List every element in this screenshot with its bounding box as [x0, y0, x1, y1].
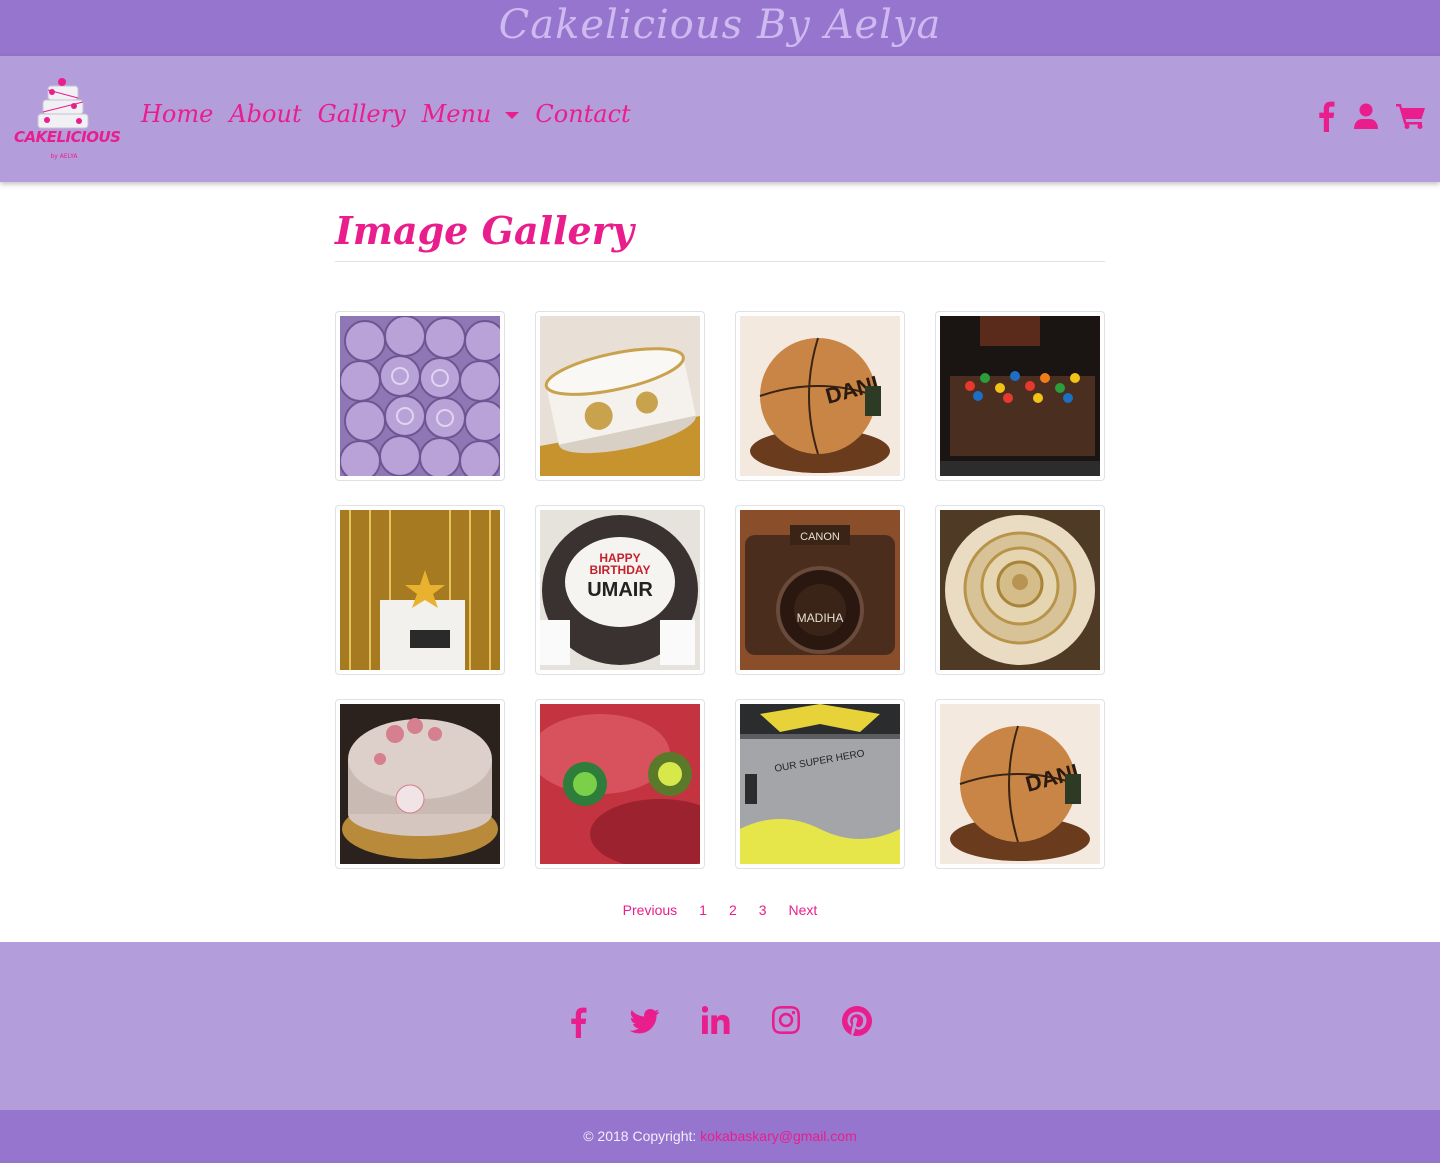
facebook-icon[interactable]	[568, 1006, 588, 1038]
page-3[interactable]: 3	[748, 900, 778, 920]
gallery-item[interactable]: DANI	[735, 311, 905, 481]
page-title: Image Gallery	[335, 208, 634, 253]
page-1[interactable]: 1	[688, 900, 718, 920]
pink-rose-cake-image	[340, 704, 500, 864]
pagination: Previous 1 2 3 Next	[335, 900, 1105, 920]
nav-icons	[1316, 100, 1426, 132]
svg-text:BIRTHDAY: BIRTHDAY	[590, 563, 651, 577]
batman-cake-image: OUR SUPER HERO	[740, 704, 900, 864]
logo-text: CAKELICIOUS	[14, 128, 121, 146]
title-divider	[335, 261, 1105, 262]
basketball-cake-image: DANI	[740, 316, 900, 476]
poker-birthday-cake-image: HAPPY BIRTHDAY UMAIR	[540, 510, 700, 670]
nav-about[interactable]: About	[229, 100, 301, 128]
gallery-item[interactable]: DANI	[935, 699, 1105, 869]
svg-text:CANON: CANON	[800, 531, 840, 543]
lavender-rosette-cake-image	[340, 316, 500, 476]
site-title: Cakelicious By Aelya	[498, 2, 942, 48]
nav-contact[interactable]: Contact	[535, 100, 630, 128]
svg-text:UMAIR: UMAIR	[587, 579, 653, 601]
email-link[interactable]: kokabaskary@gmail.com	[700, 1128, 857, 1144]
instagram-icon[interactable]	[772, 1006, 800, 1034]
gallery-item[interactable]: HAPPY BIRTHDAY UMAIR	[535, 505, 705, 675]
copyright-bar: © 2018 Copyright: kokabaskary@gmail.com	[0, 1110, 1440, 1163]
copyright-text: © 2018 Copyright:	[583, 1128, 701, 1144]
nav-menu-label: Menu	[421, 100, 492, 128]
camera-cake-image: CANON MADIHA	[740, 510, 900, 670]
red-beyblade-cake-image	[540, 704, 700, 864]
pinterest-icon[interactable]	[842, 1006, 872, 1036]
gallery-item[interactable]	[535, 311, 705, 481]
image-gallery: DANI HAPPY BIRTHDAY UMAIR CANON MADIHA O…	[335, 311, 1105, 869]
twitter-icon[interactable]	[630, 1006, 660, 1036]
gallery-item[interactable]: CANON MADIHA	[735, 505, 905, 675]
gallery-item[interactable]	[335, 311, 505, 481]
gallery-item[interactable]	[935, 311, 1105, 481]
mm-candy-cake-image	[940, 316, 1100, 476]
navbar: CAKELICIOUS by AELYA Home About Gallery …	[0, 56, 1440, 182]
page-next[interactable]: Next	[778, 900, 829, 920]
gallery-item[interactable]	[935, 505, 1105, 675]
gallery-item[interactable]: OUR SUPER HERO	[735, 699, 905, 869]
gallery-item[interactable]	[535, 699, 705, 869]
top-banner: Cakelicious By Aelya	[0, 0, 1440, 56]
linkedin-icon[interactable]	[702, 1006, 730, 1034]
gallery-item[interactable]	[335, 505, 505, 675]
basketball-cake-2-image: DANI	[940, 704, 1100, 864]
user-icon[interactable]	[1354, 103, 1378, 129]
logo[interactable]: CAKELICIOUS by AELYA	[14, 68, 121, 170]
nav-menu-dropdown[interactable]: Menu	[422, 100, 520, 128]
facebook-icon[interactable]	[1316, 100, 1336, 132]
movie-star-cake-image	[340, 510, 500, 670]
white-gold-rose-cake-image	[540, 316, 700, 476]
page-2[interactable]: 2	[718, 900, 748, 920]
footer	[0, 942, 1440, 1110]
gallery-item[interactable]	[335, 699, 505, 869]
chevron-down-icon	[505, 112, 520, 119]
nav-links: Home About Gallery Menu Contact	[141, 100, 647, 128]
nav-gallery[interactable]: Gallery	[318, 100, 406, 128]
svg-text:MADIHA: MADIHA	[797, 611, 844, 625]
cart-icon[interactable]	[1396, 103, 1426, 129]
social-links	[0, 1006, 1440, 1038]
nav-home[interactable]: Home	[141, 100, 213, 128]
page-previous[interactable]: Previous	[612, 900, 688, 920]
logo-subtext: by AELYA	[50, 153, 78, 160]
gold-rose-cake-image	[940, 510, 1100, 670]
